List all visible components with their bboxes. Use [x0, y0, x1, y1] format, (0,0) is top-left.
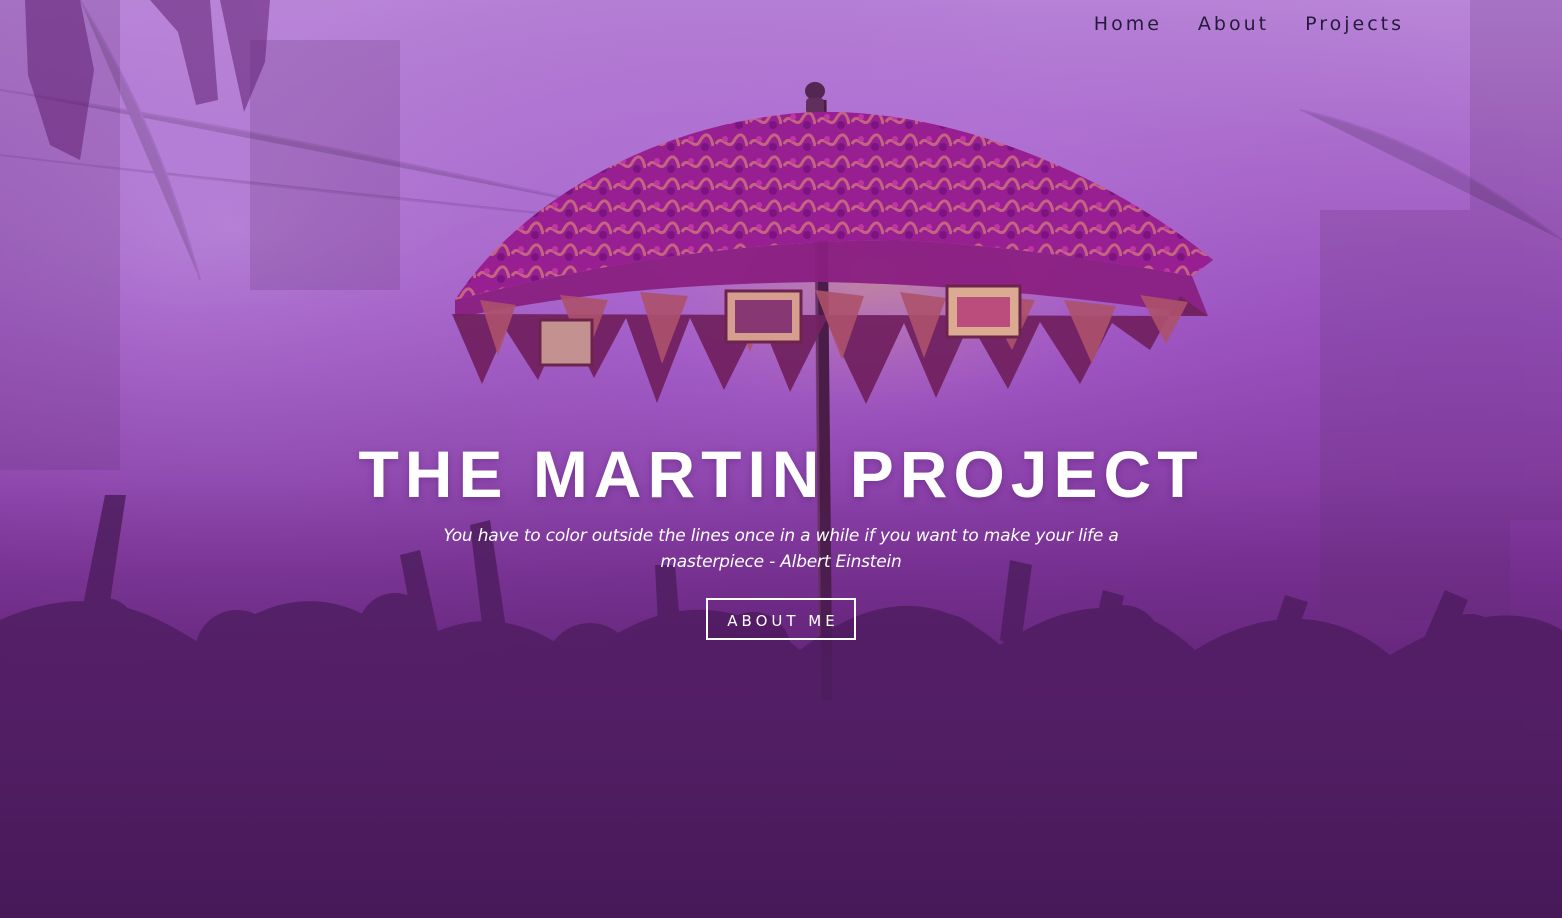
- nav-link-about[interactable]: About: [1198, 10, 1269, 38]
- nav-link-home[interactable]: Home: [1094, 10, 1162, 38]
- about-me-button[interactable]: ABOUT ME: [706, 598, 856, 640]
- main-navigation: Home About Projects: [1094, 10, 1404, 38]
- hero-page: Home About Projects THE MARTIN PROJECT Y…: [0, 0, 1562, 918]
- nav-link-projects[interactable]: Projects: [1305, 10, 1404, 38]
- hero-quote: You have to color outside the lines once…: [443, 526, 1119, 572]
- hero-content: THE MARTIN PROJECT You have to color out…: [0, 432, 1562, 640]
- page-title: THE MARTIN PROJECT: [358, 437, 1204, 511]
